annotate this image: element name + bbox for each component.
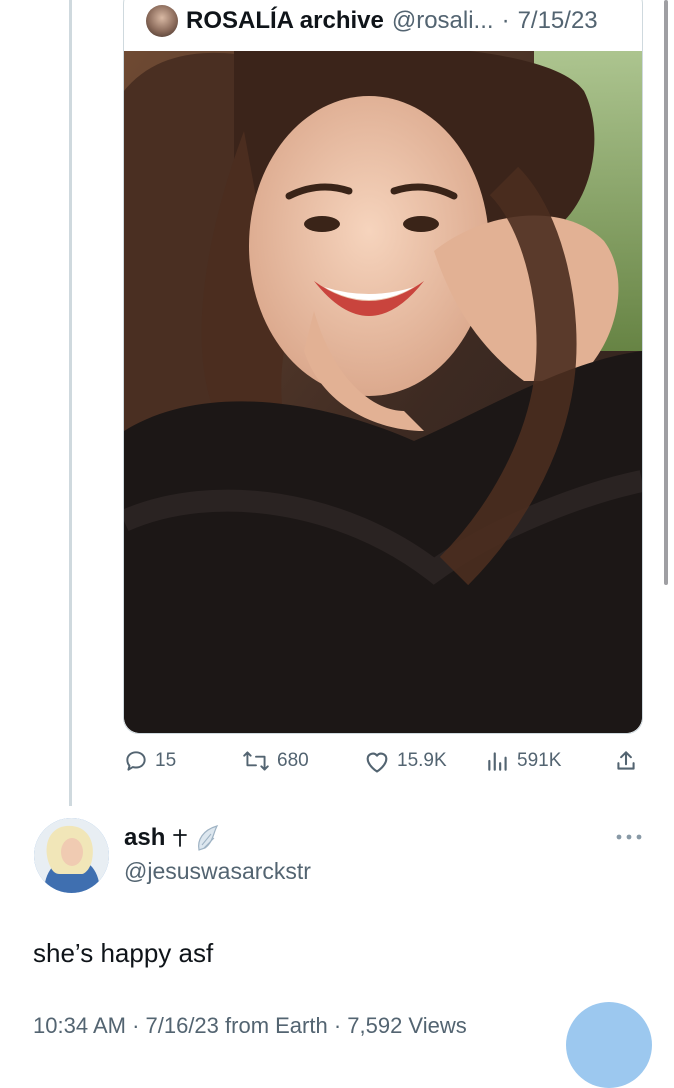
reply-action[interactable]: 15 [123,745,176,777]
reply-author-handle[interactable]: @jesuswasarckstr [124,858,311,885]
retweet-action[interactable]: 680 [241,745,309,777]
retweet-count: 680 [277,750,309,771]
header-separator: · [501,7,510,34]
reply-author-name-row[interactable]: ash [124,824,219,852]
quoted-author-name[interactable]: ROSALÍA archive [186,7,384,35]
thread-connector-line [69,0,72,806]
quoted-author-handle[interactable]: @rosali... [392,7,494,35]
quoted-tweet-card[interactable]: ROSALÍA archive @rosali... · 7/15/23 [123,0,643,734]
tweet-action-bar: 15 680 15.9K 591K [123,745,643,777]
like-count: 15.9K [397,750,447,771]
reply-count: 15 [155,750,177,771]
reply-tweet-header: ash @jesuswasarckstr [34,818,644,898]
views-action[interactable]: 591K [485,745,561,777]
like-action[interactable]: 15.9K [363,745,447,777]
views-icon [488,752,507,771]
quoted-tweet-date[interactable]: 7/15/23 [518,7,598,35]
portrait-photo [124,51,642,733]
avatar-photo [34,818,109,893]
reply-author-avatar[interactable] [34,818,109,893]
quoted-author-avatar[interactable] [146,5,178,37]
share-icon [617,751,635,770]
retweet-icon [243,751,269,771]
view-count: 591K [517,750,562,771]
quoted-tweet-header: ROSALÍA archive @rosali... · 7/15/23 [146,3,598,39]
share-action[interactable] [613,745,639,777]
reply-author-name: ash [124,824,166,851]
reply-tweet-text: she’s happy asf [33,938,214,968]
like-icon [366,752,388,773]
reply-tweet-metadata: 10:34 AM · 7/16/23 from Earth · 7,592 Vi… [33,1013,467,1038]
scrollbar[interactable] [664,0,668,585]
wing-icon [198,825,219,851]
cross-icon [173,829,188,847]
more-options-icon[interactable] [614,832,644,842]
compose-button[interactable] [566,1002,652,1088]
reply-icon [126,751,146,771]
quoted-tweet-photo[interactable] [124,51,642,733]
